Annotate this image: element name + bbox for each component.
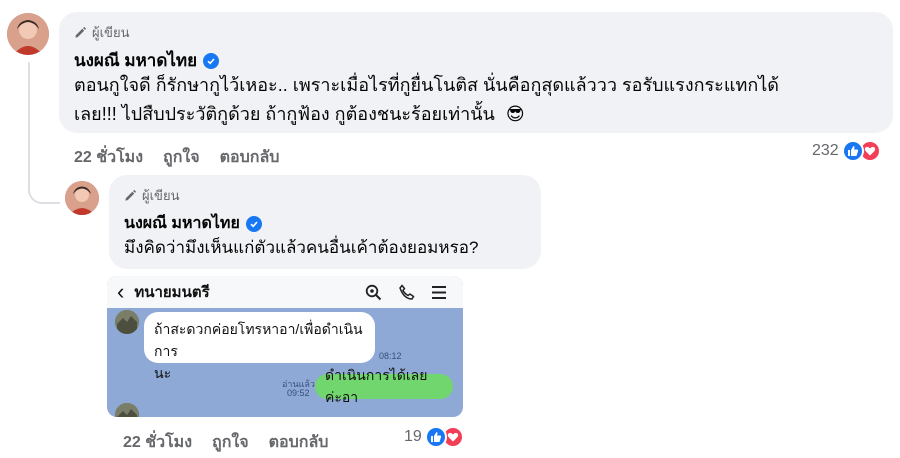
menu-icon (432, 285, 446, 299)
reply-avatar[interactable] (65, 181, 99, 215)
chat-contact-avatar (115, 310, 139, 334)
reply-reaction-count: 19 (404, 428, 422, 445)
chat-contact-name: ทนายมนตรี (134, 284, 210, 301)
reaction-count: 232 (812, 142, 839, 159)
chat-header-title: ‹ ทนายมนตรี (117, 280, 210, 304)
like-reaction-icon (841, 140, 864, 162)
reply-timestamp[interactable]: 22 ชั่วโมง (123, 430, 192, 455)
comment-reply-button[interactable]: ตอบกลับ (220, 145, 280, 170)
author-name[interactable]: นงผณี มหาดไทย (74, 47, 197, 74)
author-badge: ผู้เขียน (74, 22, 129, 43)
chat-contact-avatar-2 (115, 403, 139, 417)
reply-author-badge: ผู้เขียน (124, 185, 179, 206)
verified-badge-icon (203, 52, 220, 69)
like-reaction-icon (424, 426, 447, 448)
comment-bubble: ผู้เขียน นงผณี มหาดไทย ตอนกูใจดี ก็รักษา… (59, 12, 893, 133)
comment-text-line2: เลย!!! ไปสืบประวัติกูด้วย ถ้ากูฟ้อง กูต้… (74, 104, 495, 124)
reply-image-attachment[interactable]: ‹ ทนายมนตรี ถ้าสะดวกค่อยโทรหาอา/เพื่อดำเ… (107, 276, 463, 417)
comment-like-button[interactable]: ถูกใจ (163, 145, 200, 170)
comment-actions: 22 ชั่วโมง ถูกใจ ตอบกลับ (74, 145, 279, 170)
reply-text: มึงคิดว่ามึงเห็นแก่ตัวแล้วคนอื่นเค้าต้อง… (124, 238, 479, 257)
reply-reply-button[interactable]: ตอบกลับ (269, 430, 329, 455)
chevron-left-icon: ‹ (117, 279, 125, 304)
reply-reactions[interactable]: 19 (404, 426, 464, 448)
phone-icon (399, 283, 415, 300)
pencil-icon (125, 189, 137, 201)
comment-text-line2-row: เลย!!! ไปสืบประวัติกูด้วย ถ้ากูฟ้อง กูต้… (74, 100, 884, 129)
chat-header-icons (365, 283, 447, 301)
reply-like-button[interactable]: ถูกใจ (212, 430, 249, 455)
chat-header: ‹ ทนายมนตรี (107, 276, 463, 308)
author-badge-label: ผู้เขียน (92, 25, 130, 40)
pencil-icon (75, 26, 87, 38)
thread-connector (28, 62, 60, 204)
search-icon (365, 284, 382, 300)
reply-author-badge-label: ผู้เขียน (142, 188, 180, 203)
comment-text-line1: ตอนกูใจดี ก็รักษากูไว้เหอะ.. เพราะเมื่อไ… (74, 75, 779, 95)
reply-actions: 22 ชั่วโมง ถูกใจ ตอบกลับ (123, 430, 328, 455)
chat-outgoing-time: 09:52 (287, 388, 310, 398)
chat-outgoing-message: ดำเนินการได้เลยค่ะอา (315, 367, 453, 405)
author-name-row: นงผณี มหาดไทย (74, 47, 220, 74)
chat-incoming-message: ถ้าสะดวกค่อยโทรหาอา/เพื่อดำเนินการ นะ (144, 312, 375, 381)
comment-timestamp[interactable]: 22 ชั่วโมง (74, 145, 143, 170)
comment-reactions[interactable]: 232 (812, 140, 881, 162)
chat-incoming-time: 08:12 (379, 351, 402, 361)
commenter-avatar[interactable] (7, 13, 49, 55)
verified-badge-icon (245, 215, 262, 232)
chat-incoming-line1: ถ้าสะดวกค่อยโทรหาอา/เพื่อดำเนินการ (154, 321, 363, 359)
reply-bubble: ผู้เขียน นงผณี มหาดไทย มึงคิดว่ามึงเห็นแ… (109, 175, 541, 269)
sunglasses-emoji: 😎 (505, 104, 525, 124)
comment-text: ตอนกูใจดี ก็รักษากูไว้เหอะ.. เพราะเมื่อไ… (74, 71, 884, 129)
